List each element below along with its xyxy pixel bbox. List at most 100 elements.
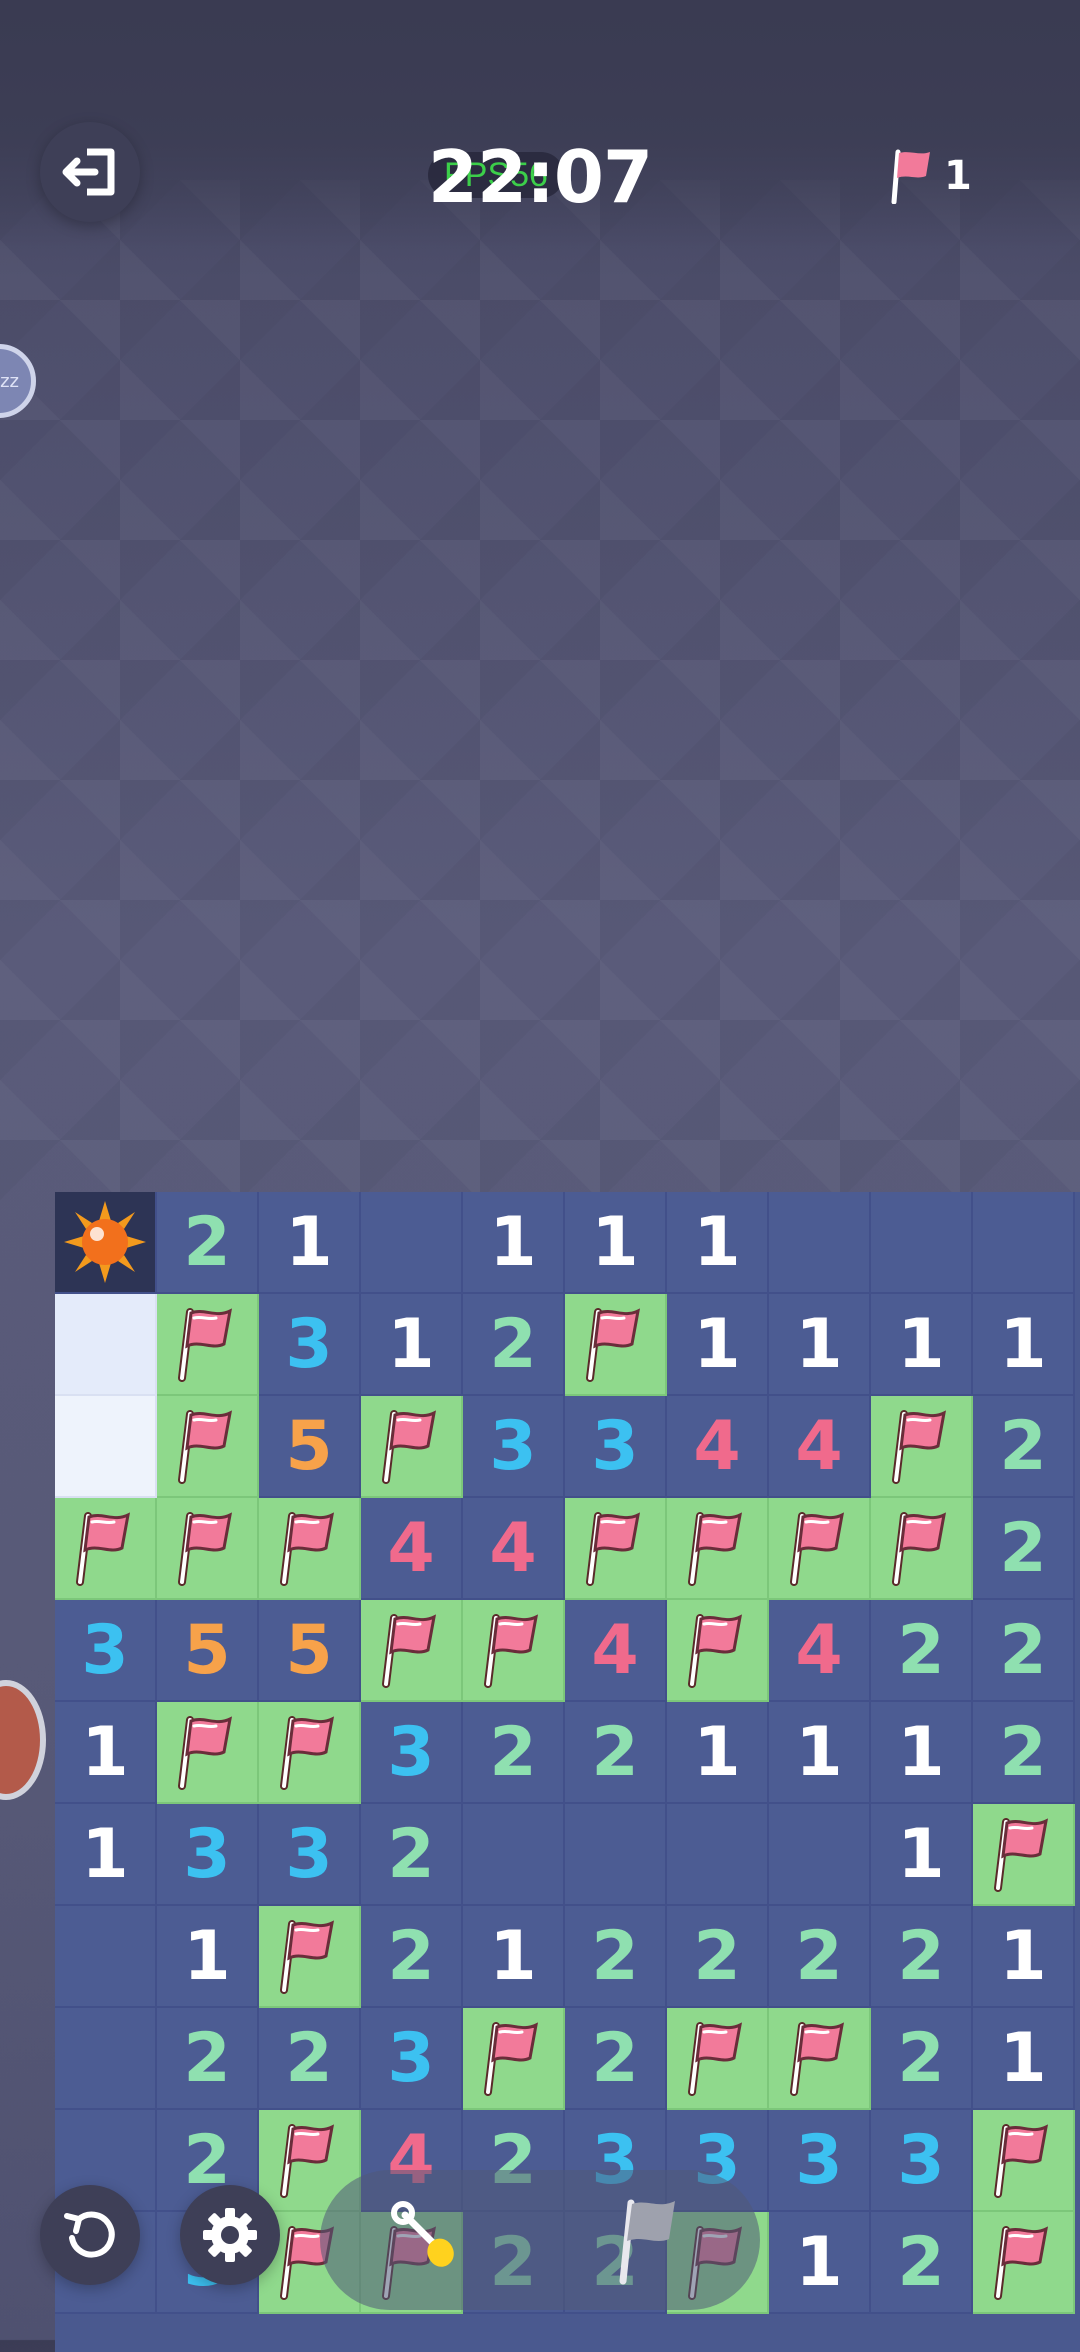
number-cell[interactable]: 1: [769, 1294, 871, 1396]
number-cell[interactable]: 2: [973, 1396, 1075, 1498]
number-cell[interactable]: 5: [259, 1396, 361, 1498]
number-cell[interactable]: 2: [259, 2008, 361, 2110]
unrevealed-cell[interactable]: [55, 1396, 157, 1498]
number-cell[interactable]: 2: [157, 2008, 259, 2110]
number-cell[interactable]: 3: [463, 1396, 565, 1498]
number-cell[interactable]: 3: [259, 1804, 361, 1906]
number-cell[interactable]: 5: [259, 1600, 361, 1702]
flagged-cell[interactable]: [871, 1396, 973, 1498]
empty-cell[interactable]: [55, 1906, 157, 2008]
flagged-cell[interactable]: [157, 1396, 259, 1498]
number-cell[interactable]: 2: [565, 2008, 667, 2110]
settings-button[interactable]: [180, 2185, 280, 2285]
unrevealed-cell[interactable]: [55, 1294, 157, 1396]
number-cell[interactable]: 4: [769, 1600, 871, 1702]
number-cell[interactable]: 1: [361, 1294, 463, 1396]
number-cell[interactable]: 3: [157, 1804, 259, 1906]
number-cell[interactable]: 5: [157, 1600, 259, 1702]
number-cell[interactable]: 2: [871, 2008, 973, 2110]
number-cell[interactable]: 2: [973, 1600, 1075, 1702]
number-cell[interactable]: 3: [259, 1294, 361, 1396]
empty-cell[interactable]: [55, 2008, 157, 2110]
number-cell[interactable]: 3: [361, 2008, 463, 2110]
number-cell[interactable]: 3: [55, 1600, 157, 1702]
flagged-cell[interactable]: [973, 2110, 1075, 2212]
flagged-cell[interactable]: [157, 1294, 259, 1396]
number-cell[interactable]: 1: [871, 1702, 973, 1804]
flagged-cell[interactable]: [259, 1906, 361, 2008]
flag-mode-button[interactable]: [580, 2170, 720, 2310]
number-cell[interactable]: 1: [973, 1906, 1075, 2008]
number-cell[interactable]: 1: [565, 1192, 667, 1294]
flagged-cell[interactable]: [361, 1396, 463, 1498]
number-cell[interactable]: 2: [871, 1906, 973, 2008]
flagged-cell[interactable]: [157, 1702, 259, 1804]
number-cell[interactable]: 3: [565, 1396, 667, 1498]
number-cell[interactable]: 1: [769, 1702, 871, 1804]
number-cell[interactable]: 1: [871, 1294, 973, 1396]
side-avatar-bubble[interactable]: [0, 1680, 46, 1800]
flagged-cell[interactable]: [259, 1702, 361, 1804]
flagged-cell[interactable]: [259, 1498, 361, 1600]
empty-cell[interactable]: [871, 1192, 973, 1294]
flagged-cell[interactable]: [565, 1294, 667, 1396]
number-cell[interactable]: 1: [667, 1192, 769, 1294]
number-cell[interactable]: 2: [973, 1702, 1075, 1804]
number-cell[interactable]: 1: [157, 1906, 259, 2008]
flagged-cell[interactable]: [667, 1498, 769, 1600]
number-cell[interactable]: 2: [871, 2212, 973, 2314]
number-cell[interactable]: 1: [667, 1294, 769, 1396]
empty-cell[interactable]: [667, 1804, 769, 1906]
number-cell[interactable]: 2: [565, 1702, 667, 1804]
flagged-cell[interactable]: [667, 2008, 769, 2110]
empty-cell[interactable]: [769, 1192, 871, 1294]
number-cell[interactable]: 1: [55, 1804, 157, 1906]
flagged-cell[interactable]: [157, 1498, 259, 1600]
number-cell[interactable]: 3: [361, 1702, 463, 1804]
dig-mode-button[interactable]: [360, 2170, 500, 2310]
number-cell[interactable]: 1: [463, 1906, 565, 2008]
number-cell[interactable]: 2: [769, 1906, 871, 2008]
number-cell[interactable]: 2: [157, 1192, 259, 1294]
number-cell[interactable]: 4: [463, 1498, 565, 1600]
flagged-cell[interactable]: [463, 2008, 565, 2110]
number-cell[interactable]: 4: [667, 1396, 769, 1498]
number-cell[interactable]: 1: [769, 2212, 871, 2314]
number-cell[interactable]: 1: [973, 2008, 1075, 2110]
flagged-cell[interactable]: [769, 1498, 871, 1600]
number-cell[interactable]: 3: [769, 2110, 871, 2212]
number-cell[interactable]: 1: [463, 1192, 565, 1294]
empty-cell[interactable]: [769, 1804, 871, 1906]
flagged-cell[interactable]: [565, 1498, 667, 1600]
flagged-cell[interactable]: [463, 1600, 565, 1702]
number-cell[interactable]: 2: [565, 1906, 667, 2008]
flagged-cell[interactable]: [973, 2212, 1075, 2314]
number-cell[interactable]: 1: [259, 1192, 361, 1294]
flagged-cell[interactable]: [361, 1600, 463, 1702]
flagged-cell[interactable]: [667, 1600, 769, 1702]
number-cell[interactable]: 1: [871, 1804, 973, 1906]
flagged-cell[interactable]: [871, 1498, 973, 1600]
number-cell[interactable]: 3: [871, 2110, 973, 2212]
number-cell[interactable]: 1: [667, 1702, 769, 1804]
number-cell[interactable]: 4: [361, 1498, 463, 1600]
flagged-cell[interactable]: [55, 1498, 157, 1600]
flagged-cell[interactable]: [973, 1804, 1075, 1906]
empty-cell[interactable]: [565, 1804, 667, 1906]
empty-cell[interactable]: [973, 1192, 1075, 1294]
number-cell[interactable]: 1: [973, 1294, 1075, 1396]
number-cell[interactable]: 2: [871, 1600, 973, 1702]
flagged-cell[interactable]: [769, 2008, 871, 2110]
number-cell[interactable]: 4: [565, 1600, 667, 1702]
number-cell[interactable]: 2: [667, 1906, 769, 2008]
number-cell[interactable]: 1: [55, 1702, 157, 1804]
number-cell[interactable]: 2: [361, 1906, 463, 2008]
number-cell[interactable]: 2: [361, 1804, 463, 1906]
number-cell[interactable]: 2: [463, 1702, 565, 1804]
mine-cell[interactable]: [55, 1192, 157, 1294]
number-cell[interactable]: 2: [463, 1294, 565, 1396]
number-cell[interactable]: 4: [769, 1396, 871, 1498]
empty-cell[interactable]: [361, 1192, 463, 1294]
restart-button[interactable]: [40, 2185, 140, 2285]
empty-cell[interactable]: [463, 1804, 565, 1906]
